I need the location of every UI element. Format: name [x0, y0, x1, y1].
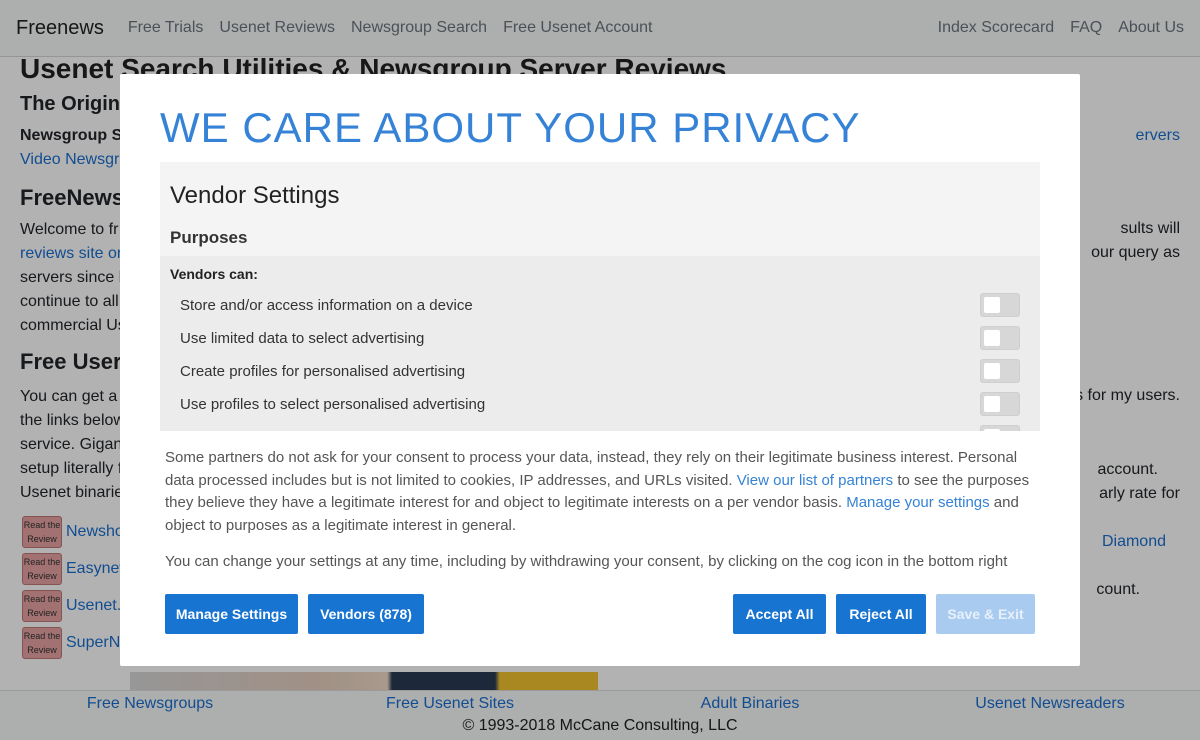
- purpose-toggle[interactable]: [980, 392, 1020, 416]
- reject-all-button[interactable]: Reject All: [836, 594, 926, 634]
- vendors-can-label: Vendors can:: [170, 266, 258, 282]
- save-exit-button: Save & Exit: [936, 594, 1035, 634]
- purpose-row: Store and/or access information on a dev…: [180, 290, 1020, 320]
- purpose-label: Store and/or access information on a dev…: [180, 296, 473, 314]
- purpose-row: Use profiles to select personalised adve…: [180, 389, 1020, 419]
- change-settings-notice: You can change your settings at any time…: [165, 553, 1008, 570]
- purpose-label: Use profiles to select personalised adve…: [180, 395, 486, 413]
- purpose-row: Create profiles for personalised adverti…: [180, 356, 1020, 386]
- manage-settings-link[interactable]: Manage your settings: [846, 494, 989, 511]
- toggle-knob: [984, 330, 1000, 346]
- purpose-toggle[interactable]: [980, 326, 1020, 350]
- privacy-consent-dialog: WE CARE ABOUT YOUR PRIVACY Vendor Settin…: [120, 74, 1080, 666]
- purpose-row: Use limited data to select advertising: [180, 323, 1020, 353]
- toggle-knob: [984, 297, 1000, 313]
- partners-list-link[interactable]: View our list of partners: [737, 472, 893, 489]
- toggle-knob: [984, 396, 1000, 412]
- purpose-toggle[interactable]: [980, 293, 1020, 317]
- legitimate-interest-notice: Some partners do not ask for your consen…: [165, 447, 1040, 537]
- purpose-label: Create profiles for personalised adverti…: [180, 362, 466, 380]
- toggle-knob: [984, 363, 1000, 379]
- purpose-label: Use limited data to select advertising: [180, 329, 425, 347]
- vendor-settings-heading: Vendor Settings: [170, 182, 340, 209]
- vendor-settings-panel[interactable]: Vendor Settings Purposes Vendors can: St…: [160, 162, 1040, 431]
- accept-all-button[interactable]: Accept All: [733, 594, 826, 634]
- vendors-button[interactable]: Vendors (878): [308, 594, 424, 634]
- manage-settings-button[interactable]: Manage Settings: [165, 594, 298, 634]
- toggle-knob: [984, 429, 1000, 431]
- purposes-heading: Purposes: [170, 228, 248, 247]
- purposes-list[interactable]: Vendors can: Store and/or access informa…: [160, 256, 1040, 431]
- purpose-toggle[interactable]: [980, 359, 1020, 383]
- purpose-toggle[interactable]: [980, 425, 1020, 431]
- dialog-title: WE CARE ABOUT YOUR PRIVACY: [160, 104, 861, 151]
- purpose-row-partial: [180, 422, 1020, 431]
